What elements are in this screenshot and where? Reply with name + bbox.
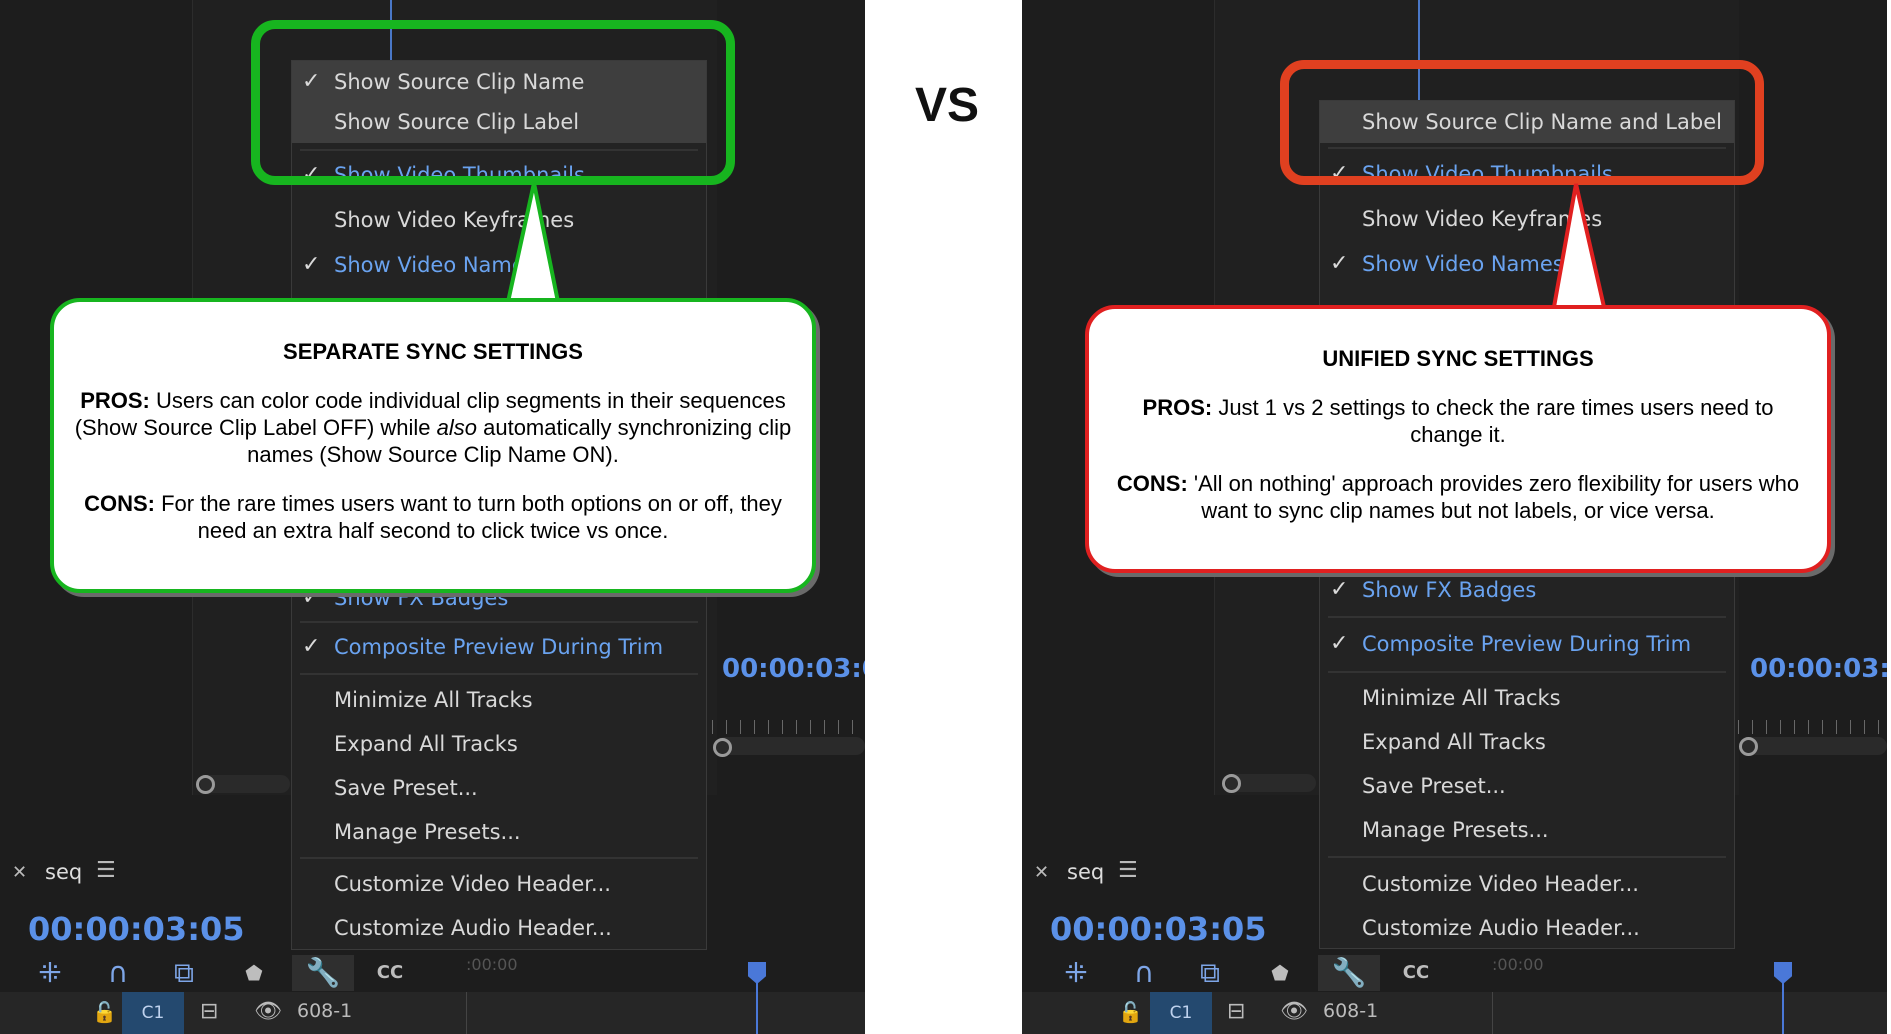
panel-menu-icon[interactable]: ☰ xyxy=(1118,858,1138,883)
callout-pros: PROS: Users can color code individual cl… xyxy=(74,388,792,467)
timeline-ruler-label: :00:00 xyxy=(466,955,518,974)
menu-item-show-video-keyframes[interactable]: Show Video Keyframes xyxy=(1320,198,1734,240)
check-icon: ✓ xyxy=(1330,251,1349,276)
track-divider xyxy=(466,992,467,1034)
captions-icon[interactable]: CC xyxy=(372,955,408,991)
track-divider xyxy=(1492,992,1493,1034)
program-timecode: 00:00:03:05 xyxy=(722,654,865,684)
add-marker-icon[interactable]: ⬟ xyxy=(236,955,272,991)
menu-item-show-video-names[interactable]: ✓ Show Video Names xyxy=(1320,243,1734,285)
panel-menu-icon[interactable]: ☰ xyxy=(96,858,116,883)
linked-selection-icon[interactable]: ⧉ xyxy=(166,955,202,991)
menu-item-minimize-all-tracks[interactable]: Minimize All Tracks xyxy=(292,679,706,721)
menu-separator xyxy=(1328,856,1726,858)
check-icon: ✓ xyxy=(302,634,321,659)
menu-item-manage-presets[interactable]: Manage Presets... xyxy=(292,811,706,853)
red-callout-pointer xyxy=(1551,183,1607,309)
track-name-label: 608-1 xyxy=(297,1000,353,1022)
program-scrollbar[interactable] xyxy=(1742,737,1887,755)
callout-cons: CONS: For the rare times users want to t… xyxy=(84,491,782,543)
menu-item-show-fx-badges[interactable]: ✓ Show FX Badges xyxy=(1320,569,1734,611)
sync-lock-icon[interactable]: ⊟ xyxy=(1227,999,1245,1024)
scroll-handle-left[interactable] xyxy=(196,775,215,794)
program-scroll-handle[interactable] xyxy=(713,738,732,757)
magnet-icon[interactable]: ∩ xyxy=(100,955,136,991)
timeline-timecode[interactable]: 00:00:03:05 xyxy=(1050,910,1267,948)
menu-item-manage-presets[interactable]: Manage Presets... xyxy=(1320,809,1734,851)
menu-item-minimize-all-tracks[interactable]: Minimize All Tracks xyxy=(1320,677,1734,719)
program-scroll-handle[interactable] xyxy=(1739,737,1758,756)
add-marker-icon[interactable]: ⬟ xyxy=(1262,955,1298,991)
menu-separator xyxy=(300,621,698,623)
green-callout-pointer xyxy=(505,182,561,304)
red-highlight-box xyxy=(1280,60,1764,185)
sync-lock-icon[interactable]: ⊟ xyxy=(200,999,218,1024)
menu-item-save-preset[interactable]: Save Preset... xyxy=(1320,765,1734,807)
menu-separator xyxy=(300,857,698,859)
snap-insert-icon[interactable]: ⁜ xyxy=(1058,955,1094,991)
callout-pros: PROS: Just 1 vs 2 settings to check the … xyxy=(1142,395,1774,447)
menu-item-composite-preview[interactable]: ✓ Composite Preview During Trim xyxy=(1320,623,1734,665)
eye-icon[interactable]: 👁 xyxy=(1280,999,1308,1024)
close-icon[interactable]: ✕ xyxy=(12,862,27,883)
captions-icon[interactable]: CC xyxy=(1398,955,1434,991)
menu-separator xyxy=(300,673,698,675)
sequence-tab[interactable]: seq xyxy=(1067,860,1104,884)
program-ruler[interactable] xyxy=(1738,720,1887,734)
menu-item-customize-audio-header[interactable]: Customize Audio Header... xyxy=(292,907,706,949)
scroll-handle-left[interactable] xyxy=(1222,774,1241,793)
program-scrollbar[interactable] xyxy=(716,737,865,755)
check-icon: ✓ xyxy=(1330,577,1349,602)
menu-item-customize-audio-header[interactable]: Customize Audio Header... xyxy=(1320,907,1734,949)
menu-item-composite-preview[interactable]: ✓ Composite Preview During Trim xyxy=(292,626,706,668)
track-target-c1[interactable]: C1 xyxy=(1150,992,1212,1034)
unified-sync-callout: UNIFIED SYNC SETTINGS PROS: Just 1 vs 2 … xyxy=(1085,305,1831,573)
program-timecode: 00:00:03:05 xyxy=(1750,654,1887,684)
menu-item-customize-video-header[interactable]: Customize Video Header... xyxy=(1320,863,1734,905)
lock-icon[interactable]: 🔓 xyxy=(92,1000,117,1024)
menu-separator xyxy=(1328,671,1726,673)
check-icon: ✓ xyxy=(302,252,321,277)
timeline-playhead-line xyxy=(1782,980,1784,1034)
green-highlight-box xyxy=(251,20,735,185)
menu-separator xyxy=(1328,616,1726,618)
menu-item-expand-all-tracks[interactable]: Expand All Tracks xyxy=(292,723,706,765)
menu-item-customize-video-header[interactable]: Customize Video Header... xyxy=(292,863,706,905)
callout-title: UNIFIED SYNC SETTINGS xyxy=(1322,346,1594,371)
wrench-settings-icon[interactable]: 🔧 xyxy=(292,955,354,991)
menu-item-expand-all-tracks[interactable]: Expand All Tracks xyxy=(1320,721,1734,763)
track-name-label: 608-1 xyxy=(1323,1000,1379,1022)
menu-item-save-preset[interactable]: Save Preset... xyxy=(292,767,706,809)
vs-label: VS xyxy=(915,79,980,132)
timeline-ruler-label: :00:00 xyxy=(1492,955,1544,974)
separate-sync-callout: SEPARATE SYNC SETTINGS PROS: Users can c… xyxy=(50,298,816,593)
lock-icon[interactable]: 🔓 xyxy=(1118,1000,1143,1024)
timeline-timecode[interactable]: 00:00:03:05 xyxy=(28,910,245,948)
check-icon: ✓ xyxy=(1330,631,1349,656)
eye-icon[interactable]: 👁 xyxy=(254,999,282,1024)
wrench-settings-icon[interactable]: 🔧 xyxy=(1318,955,1380,991)
snap-insert-icon[interactable]: ⁜ xyxy=(32,955,68,991)
sequence-tab[interactable]: seq xyxy=(45,860,82,884)
timeline-playhead-line xyxy=(756,980,758,1034)
magnet-icon[interactable]: ∩ xyxy=(1126,955,1162,991)
linked-selection-icon[interactable]: ⧉ xyxy=(1192,955,1228,991)
close-icon[interactable]: ✕ xyxy=(1034,862,1049,883)
callout-title: SEPARATE SYNC SETTINGS xyxy=(283,339,583,364)
callout-cons: CONS: 'All on nothing' approach provides… xyxy=(1116,471,1800,523)
program-ruler[interactable] xyxy=(712,720,865,734)
track-target-c1[interactable]: C1 xyxy=(122,992,184,1034)
